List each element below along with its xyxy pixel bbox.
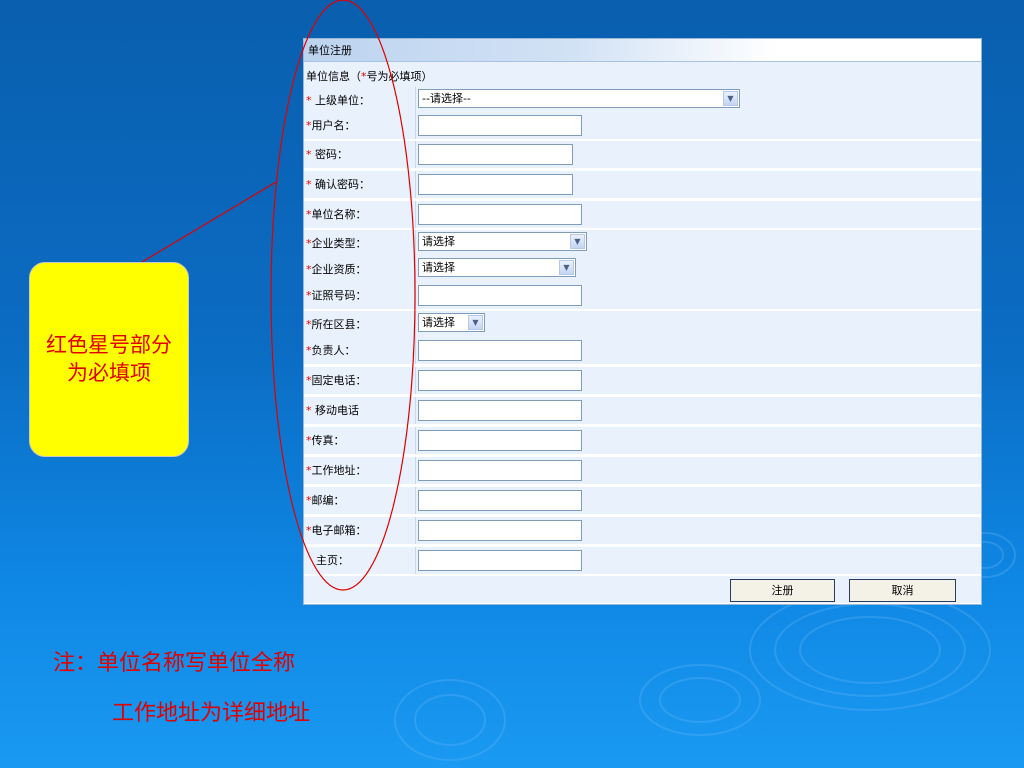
mobile-input[interactable] [418,400,582,421]
postcode-input[interactable] [418,490,582,511]
field-row-fax: *传真： [304,427,981,455]
field-row-license-number: *证照号码： [304,282,981,310]
email-input[interactable] [418,520,582,541]
register-button[interactable]: 注册 [730,579,835,602]
district-select[interactable]: 请选择 ▼ [418,313,485,332]
registration-form: 单位注册 单位信息（*号为必填项） * 上级单位： --请选择-- ▼ *用户名：… [303,38,982,605]
note-line-1: 注：单位名称写单位全称 [53,651,296,676]
field-row-district: *所在区县： 请选择 ▼ [304,311,981,339]
form-title-bar: 单位注册 [304,39,981,62]
required-fields-callout: 红色星号部分 为必填项 [29,262,189,457]
company-type-select[interactable]: 请选择 ▼ [418,232,587,251]
parent-unit-label: 上级单位： [315,94,370,107]
landline-label: 固定电话： [311,374,367,387]
form-title: 单位注册 [308,44,352,57]
field-row-work-address: *工作地址： [304,457,981,485]
company-type-label: 企业类型： [311,237,367,250]
callout-line-1: 红色星号部分 [46,333,172,357]
field-row-email: *电子邮箱： [304,517,981,545]
field-row-landline: *固定电话： [304,367,981,395]
district-label: 所在区县： [311,318,367,331]
field-row-company-type: *企业类型： 请选择 ▼ [304,230,981,258]
work-address-label: 工作地址： [311,464,367,477]
required-info-row: 单位信息（*号为必填项） [304,62,981,90]
field-row-unit-name: *单位名称： [304,201,981,229]
license-number-input[interactable] [418,285,582,306]
password-input[interactable] [418,144,573,165]
field-row-username: *用户名： [304,112,981,140]
work-address-input[interactable] [418,460,582,481]
field-row-password: * 密码： [304,141,981,169]
confirm-password-input[interactable] [418,174,573,195]
chevron-down-icon: ▼ [468,315,483,330]
company-qualification-select[interactable]: 请选择 ▼ [418,258,576,277]
field-row-person-in-charge: *负责人： [304,337,981,365]
note-line-2: 工作地址为详细地址 [112,701,311,726]
field-row-confirm-password: * 确认密码： [304,171,981,199]
confirm-password-label: 确认密码： [315,178,370,191]
person-in-charge-label: 负责人： [311,344,356,357]
unit-name-input[interactable] [418,204,582,225]
person-in-charge-input[interactable] [418,340,582,361]
field-row-postcode: *邮编： [304,487,981,515]
callout-line-2: 为必填项 [67,361,151,385]
field-row-homepage: 主页： [304,547,981,575]
required-info-text: 单位信息（*号为必填项） [306,70,433,83]
username-input[interactable] [418,115,582,136]
parent-unit-select[interactable]: --请选择-- ▼ [418,89,740,108]
homepage-label: 主页： [316,554,349,567]
field-row-company-qualification: *企业资质： 请选择 ▼ [304,256,981,284]
chevron-down-icon: ▼ [570,234,585,249]
license-number-label: 证照号码： [311,289,367,302]
password-label: 密码： [315,148,348,161]
homepage-input[interactable] [418,550,582,571]
postcode-label: 邮编： [311,494,345,507]
chevron-down-icon: ▼ [723,91,738,106]
fax-label: 传真： [311,434,345,447]
company-qualification-label: 企业资质： [311,263,367,276]
field-row-mobile: * 移动电话 [304,397,981,425]
field-row-parent-unit: * 上级单位： --请选择-- ▼ [304,87,981,115]
chevron-down-icon: ▼ [559,260,574,275]
landline-input[interactable] [418,370,582,391]
cancel-button[interactable]: 取消 [849,579,956,602]
unit-name-label: 单位名称： [311,208,367,221]
fax-input[interactable] [418,430,582,451]
username-label: 用户名： [311,119,356,132]
email-label: 电子邮箱： [311,524,367,537]
mobile-label: 移动电话 [315,404,359,417]
